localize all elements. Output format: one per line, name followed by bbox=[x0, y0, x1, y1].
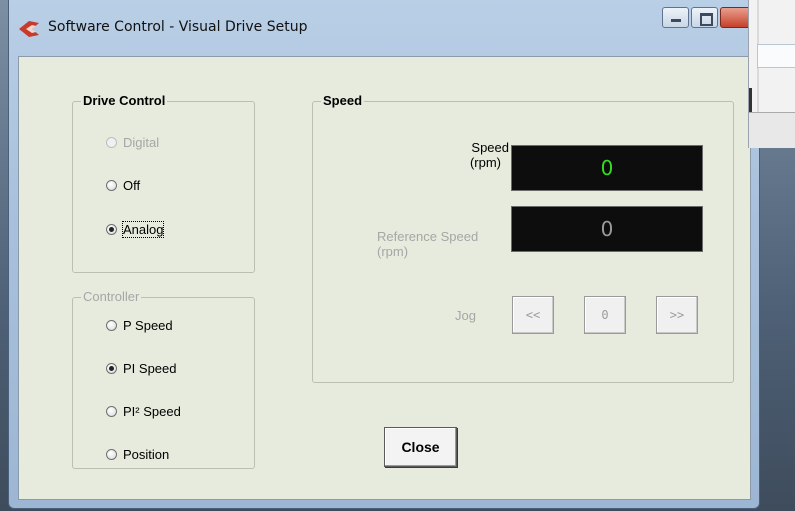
background-window bbox=[748, 0, 795, 148]
speed-value: 0 bbox=[600, 156, 614, 180]
radio-p-speed-indicator[interactable] bbox=[106, 320, 117, 331]
maximize-icon bbox=[700, 13, 713, 26]
maximize-button[interactable] bbox=[691, 7, 718, 28]
radio-p-speed-label: P Speed bbox=[123, 318, 173, 333]
close-button[interactable]: Close bbox=[384, 427, 457, 467]
radio-digital-label: Digital bbox=[123, 135, 160, 150]
background-window-field bbox=[757, 44, 795, 68]
speed-unit-text: (rpm) bbox=[469, 155, 501, 170]
controller-group: Controller P Speed PI Speed PI² Speed Po… bbox=[72, 289, 255, 469]
close-button-label: Close bbox=[401, 439, 440, 455]
radio-pi2-speed[interactable]: PI² Speed bbox=[106, 404, 181, 419]
client-area: Drive Control Digital Off Analog Control… bbox=[18, 56, 751, 500]
radio-analog[interactable]: Analog bbox=[106, 221, 165, 238]
jog-zero-label: 0 bbox=[601, 308, 609, 322]
radio-pi2-speed-indicator[interactable] bbox=[106, 406, 117, 417]
reference-speed-value: 0 bbox=[600, 217, 614, 241]
speed-title: Speed bbox=[321, 93, 365, 109]
reference-speed-text: Reference Speed bbox=[377, 229, 479, 244]
jog-forward-button[interactable]: >> bbox=[656, 296, 698, 334]
speed-group: Speed Speed (rpm) 0 Reference Speed (rpm… bbox=[312, 93, 734, 383]
main-window: Software Control - Visual Drive Setup Dr… bbox=[8, 0, 764, 509]
speed-label: Speed bbox=[445, 140, 509, 155]
reference-speed-unit-text: (rpm) bbox=[377, 244, 409, 259]
minimize-icon bbox=[671, 19, 681, 22]
window-title: Software Control - Visual Drive Setup bbox=[48, 19, 308, 35]
speed-display: 0 bbox=[511, 145, 703, 191]
jog-back-button[interactable]: << bbox=[512, 296, 554, 334]
radio-p-speed[interactable]: P Speed bbox=[106, 318, 173, 333]
radio-digital[interactable]: Digital bbox=[106, 135, 159, 150]
app-logo-icon bbox=[19, 21, 39, 37]
jog-back-label: << bbox=[525, 308, 541, 322]
radio-position[interactable]: Position bbox=[106, 447, 169, 462]
radio-pi-speed[interactable]: PI Speed bbox=[106, 361, 177, 376]
radio-off[interactable]: Off bbox=[106, 178, 140, 193]
background-window-toolbar bbox=[749, 112, 795, 148]
controller-title: Controller bbox=[81, 289, 142, 305]
reference-speed-unit-label: (rpm) bbox=[377, 244, 408, 259]
radio-pi-speed-label: PI Speed bbox=[123, 361, 177, 376]
radio-position-indicator[interactable] bbox=[106, 449, 117, 460]
radio-position-label: Position bbox=[123, 447, 170, 462]
title-bar[interactable]: Software Control - Visual Drive Setup bbox=[9, 0, 764, 56]
minimize-button[interactable] bbox=[662, 7, 689, 28]
radio-pi-speed-indicator[interactable] bbox=[106, 363, 117, 374]
radio-analog-label: Analog bbox=[121, 221, 165, 238]
radio-off-label: Off bbox=[123, 178, 141, 193]
jog-forward-label: >> bbox=[669, 308, 685, 322]
speed-label-text: Speed bbox=[471, 140, 509, 155]
radio-pi2-speed-label: PI² Speed bbox=[123, 404, 181, 419]
radio-analog-indicator[interactable] bbox=[106, 224, 117, 235]
radio-off-indicator[interactable] bbox=[106, 180, 117, 191]
radio-digital-indicator[interactable] bbox=[106, 137, 117, 148]
drive-control-group: Drive Control Digital Off Analog bbox=[72, 93, 255, 273]
reference-speed-label: Reference Speed bbox=[377, 229, 478, 244]
jog-label: Jog bbox=[455, 308, 476, 323]
jog-zero-button[interactable]: 0 bbox=[584, 296, 626, 334]
reference-speed-display: 0 bbox=[511, 206, 703, 252]
speed-unit-label: (rpm) bbox=[445, 155, 501, 170]
drive-control-title: Drive Control bbox=[81, 93, 168, 109]
